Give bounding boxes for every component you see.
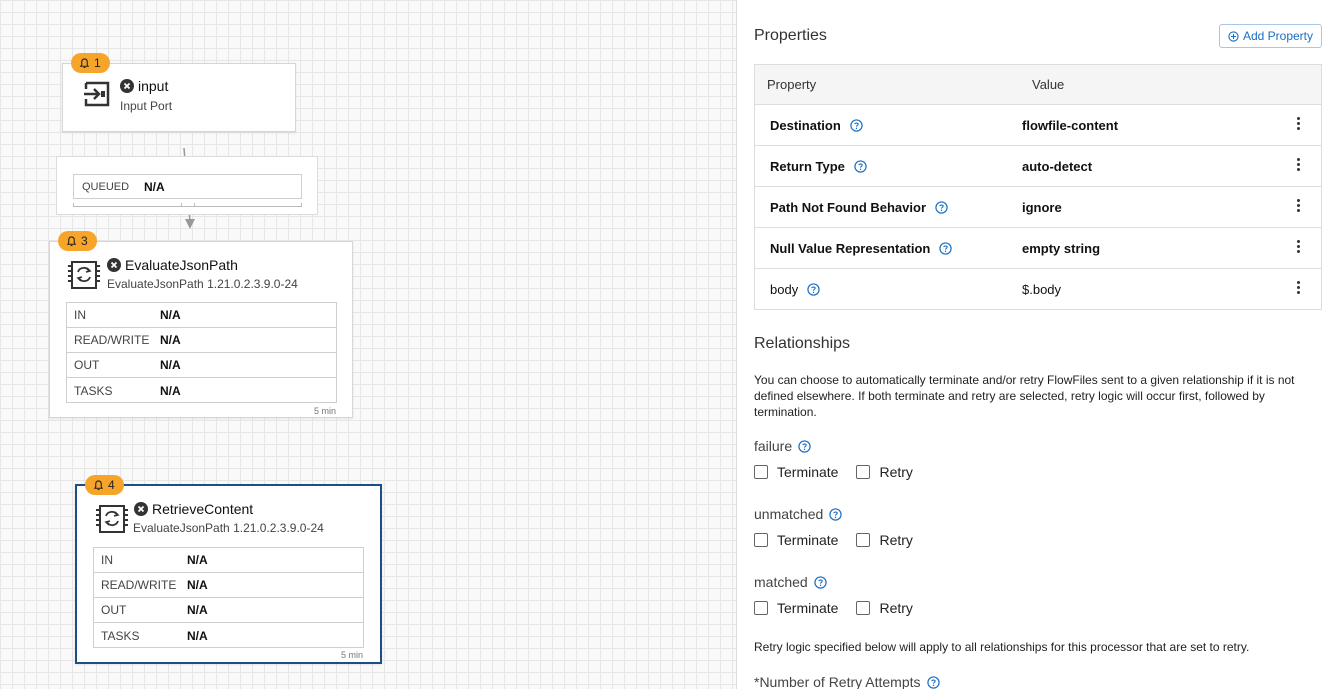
property-name: Path Not Found Behavior xyxy=(770,199,926,215)
help-icon[interactable] xyxy=(807,282,820,296)
bulletin-badge[interactable]: 1 xyxy=(71,53,110,73)
invalid-icon xyxy=(134,502,148,516)
retry-checkbox[interactable]: Retry xyxy=(856,464,913,480)
stat-row-tasks: TASKS N/A xyxy=(101,628,208,643)
stat-row-in: IN N/A xyxy=(67,303,336,328)
connection-label[interactable]: QUEUED N/A xyxy=(56,156,318,215)
property-value[interactable]: auto-detect xyxy=(1022,159,1092,174)
col-value-header: Value xyxy=(1032,77,1065,92)
processor-node-retrievecontent[interactable]: RetrieveContent EvaluateJsonPath 1.21.0.… xyxy=(75,484,382,664)
property-row-return-type[interactable]: Return Type auto-detect xyxy=(755,146,1321,187)
bulletin-badge[interactable]: 4 xyxy=(85,475,124,495)
node-subtitle: EvaluateJsonPath 1.21.0.2.3.9.0-24 xyxy=(133,521,324,535)
properties-table: Property Value Destination flowfile-cont… xyxy=(754,64,1322,310)
stat-row-readwrite: READ/WRITE N/A xyxy=(67,328,336,353)
help-icon[interactable] xyxy=(814,575,827,589)
property-name: Null Value Representation xyxy=(770,240,931,256)
help-icon[interactable] xyxy=(935,200,948,214)
kebab-menu-icon[interactable] xyxy=(1297,158,1301,172)
relationship-failure: failure Terminate Retry xyxy=(754,438,931,480)
processor-icon xyxy=(96,505,128,533)
kebab-menu-icon[interactable] xyxy=(1297,240,1301,254)
flow-canvas[interactable]: input Input Port 1 QUEUED N/A EvaluateJs… xyxy=(0,0,736,689)
node-title: input xyxy=(120,78,168,94)
help-icon[interactable] xyxy=(829,507,842,521)
property-name: body xyxy=(770,281,799,297)
bulletin-badge[interactable]: 3 xyxy=(58,231,97,251)
kebab-menu-icon[interactable] xyxy=(1297,281,1301,295)
relationship-name: failure xyxy=(754,438,793,454)
node-subtitle: EvaluateJsonPath 1.21.0.2.3.9.0-24 xyxy=(107,277,298,291)
queued-label: QUEUED xyxy=(82,180,130,193)
stats-age: 5 min xyxy=(313,406,336,416)
relationship-name: unmatched xyxy=(754,506,824,522)
relationship-name: matched xyxy=(754,574,808,590)
queued-stat: QUEUED N/A xyxy=(73,174,302,199)
property-row-destination[interactable]: Destination flowfile-content xyxy=(755,105,1321,146)
processor-stats: IN N/A READ/WRITE N/A OUT N/A TASKS N/A xyxy=(66,302,337,403)
bell-icon xyxy=(79,57,90,68)
help-icon[interactable] xyxy=(798,439,811,453)
property-row-null-value-representation[interactable]: Null Value Representation empty string xyxy=(755,228,1321,269)
add-circle-icon xyxy=(1228,30,1239,42)
bell-icon xyxy=(93,479,104,490)
processor-icon xyxy=(68,261,100,289)
stats-age: 5 min xyxy=(340,650,363,660)
terminate-checkbox[interactable]: Terminate xyxy=(754,600,838,616)
property-row-path-not-found-behavior[interactable]: Path Not Found Behavior ignore xyxy=(755,187,1321,228)
relationship-unmatched: unmatched Terminate Retry xyxy=(754,506,931,548)
processor-config-panel: Properties Add Property Property Value D… xyxy=(736,0,1336,689)
processor-node-evaluatejsonpath[interactable]: EvaluateJsonPath EvaluateJsonPath 1.21.0… xyxy=(49,241,353,418)
terminate-checkbox[interactable]: Terminate xyxy=(754,464,838,480)
retry-checkbox[interactable]: Retry xyxy=(856,600,913,616)
property-value[interactable]: ignore xyxy=(1022,200,1062,215)
node-title: RetrieveContent xyxy=(134,501,253,517)
help-icon[interactable] xyxy=(850,118,863,132)
terminate-checkbox[interactable]: Terminate xyxy=(754,532,838,548)
relationships-description: You can choose to automatically terminat… xyxy=(754,373,1295,419)
retry-attempts-label: *Number of Retry Attempts xyxy=(754,674,940,689)
property-name: Return Type xyxy=(770,158,845,174)
processor-stats: IN N/A READ/WRITE N/A OUT N/A TASKS N/A xyxy=(93,547,364,648)
node-title: EvaluateJsonPath xyxy=(107,257,238,273)
property-name: Destination xyxy=(770,117,841,133)
input-port-icon xyxy=(84,81,110,107)
queue-bar xyxy=(73,203,302,207)
properties-heading: Properties xyxy=(754,27,827,44)
property-value[interactable]: $.body xyxy=(1022,282,1061,297)
bell-icon xyxy=(66,235,77,246)
stat-row-in: IN N/A xyxy=(94,548,363,573)
property-value[interactable]: empty string xyxy=(1022,241,1100,256)
add-property-button[interactable]: Add Property xyxy=(1219,24,1322,48)
col-property-header: Property xyxy=(767,77,817,92)
stat-row-readwrite: READ/WRITE N/A xyxy=(94,573,363,598)
retry-note: Retry logic specified below will apply t… xyxy=(754,640,1250,654)
stat-row-out: OUT N/A xyxy=(67,353,336,378)
relationship-matched: matched Terminate Retry xyxy=(754,574,931,616)
invalid-icon xyxy=(120,79,134,93)
kebab-menu-icon[interactable] xyxy=(1297,199,1301,213)
stat-row-tasks: TASKS N/A xyxy=(74,383,181,398)
help-icon[interactable] xyxy=(926,675,940,689)
input-port-node[interactable]: input Input Port xyxy=(62,63,296,132)
property-value[interactable]: flowfile-content xyxy=(1022,118,1118,133)
relationships-heading: Relationships xyxy=(754,335,851,352)
properties-table-header: Property Value xyxy=(755,65,1321,105)
retry-checkbox[interactable]: Retry xyxy=(856,532,913,548)
help-icon[interactable] xyxy=(939,241,953,255)
help-icon[interactable] xyxy=(854,159,867,173)
kebab-menu-icon[interactable] xyxy=(1297,117,1301,131)
stat-row-out: OUT N/A xyxy=(94,598,363,623)
property-row-body[interactable]: body $.body xyxy=(755,269,1321,309)
node-subtitle: Input Port xyxy=(120,99,173,113)
invalid-icon xyxy=(107,258,121,272)
queued-value: N/A xyxy=(144,179,165,194)
